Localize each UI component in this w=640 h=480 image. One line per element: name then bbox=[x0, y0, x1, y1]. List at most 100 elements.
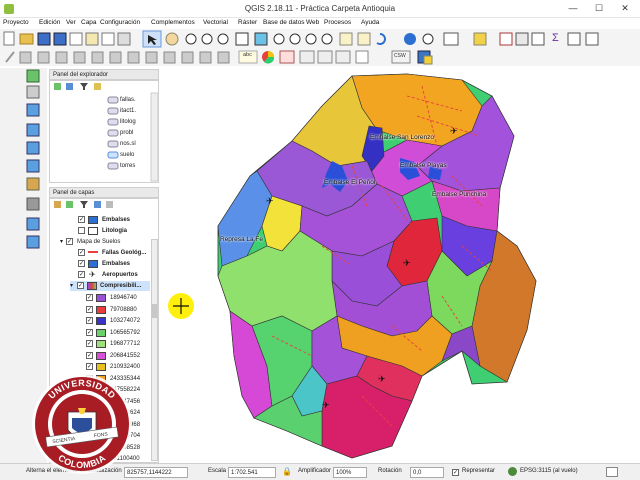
scale-combobox[interactable]: 1:702.541 bbox=[228, 467, 276, 478]
menu-bar: Proyecto Edición Ver Capa Configuración … bbox=[0, 18, 640, 29]
legend-class-row[interactable]: ✓ 106565792 bbox=[86, 328, 150, 338]
layer-checkbox[interactable]: ✓ bbox=[66, 238, 73, 245]
layers-panel-title: Panel de capas bbox=[49, 187, 159, 198]
menu-base-de-datos[interactable]: Base de datos bbox=[263, 19, 305, 26]
legend-class-swatch bbox=[96, 351, 106, 360]
sigma-icon[interactable]: Σ bbox=[552, 32, 559, 44]
maximize-button[interactable]: ☐ bbox=[586, 1, 612, 16]
render-checkbox[interactable]: ✓ bbox=[452, 469, 459, 476]
university-seal: UNIVERSIDAD COLOMBIA SCIENTIA FONS bbox=[32, 374, 132, 474]
legend-class-checkbox[interactable]: ✓ bbox=[86, 351, 93, 359]
menu-vectorial[interactable]: Vectorial bbox=[203, 19, 228, 26]
layer-row-aeropuertos[interactable]: ✓ ✈ Aeropuertos bbox=[78, 270, 158, 280]
layer-swatch bbox=[88, 251, 98, 253]
layer-swatch bbox=[88, 260, 98, 268]
scale-label: Escala bbox=[208, 468, 227, 474]
menu-capa[interactable]: Capa bbox=[81, 19, 97, 26]
menu-ayuda[interactable]: Ayuda bbox=[361, 19, 379, 26]
svg-text:✈: ✈ bbox=[378, 374, 386, 384]
map-canvas[interactable]: ✈ ✈ ✈ ✈ ✈ Embalse San Lorenzo Embalse Pl… bbox=[162, 66, 616, 462]
browser-file-icons bbox=[107, 92, 158, 182]
legend-class-row[interactable]: ✓ 18946740 bbox=[86, 293, 150, 303]
layer-row-compresibilidad[interactable]: ▾ ✓ Compresibili... bbox=[70, 281, 150, 291]
layer-row-embalses-top[interactable]: ✓ Embalses bbox=[78, 215, 158, 225]
layers-scrollbar[interactable] bbox=[151, 239, 158, 461]
layer-row-litologia[interactable]: Litologia bbox=[78, 226, 158, 236]
layer-checkbox[interactable]: ✓ bbox=[77, 282, 84, 289]
toolbar-main-icons bbox=[3, 30, 545, 48]
svg-text:✈: ✈ bbox=[322, 400, 330, 410]
layers-scrollbar-thumb[interactable] bbox=[152, 304, 157, 318]
legend-class-label: 196877712 bbox=[110, 341, 141, 347]
legend-class-swatch bbox=[96, 340, 106, 348]
map-label-san-lorenzo: Embalse San Lorenzo bbox=[370, 134, 434, 141]
layer-row-fallas[interactable]: ✓ Fallas Geológ... bbox=[78, 248, 158, 258]
layer-checkbox[interactable]: ✓ bbox=[78, 271, 85, 278]
toolbar-main: Σ bbox=[0, 29, 640, 49]
menu-complementos[interactable]: Complementos bbox=[151, 19, 195, 26]
layer-group-mapa-de-suelos[interactable]: ✓ ▾ Mapa de Suelos bbox=[60, 237, 158, 247]
layer-checkbox[interactable] bbox=[78, 227, 85, 234]
layer-checkbox[interactable]: ✓ bbox=[78, 249, 85, 256]
menu-procesos[interactable]: Procesos bbox=[324, 19, 351, 26]
legend-class-swatch bbox=[96, 294, 106, 302]
close-button[interactable]: ✕ bbox=[612, 1, 638, 16]
map-soil-regions: ✈ ✈ ✈ ✈ ✈ bbox=[217, 73, 537, 459]
label-tool-abc[interactable]: abc bbox=[243, 52, 252, 58]
layer-checkbox[interactable]: ✓ bbox=[78, 260, 85, 267]
airplane-icon: ✈ bbox=[89, 270, 96, 279]
legend-class-label: 106565792 bbox=[110, 329, 141, 336]
browser-panel: fallas. itact1. litolog probl nos.sl sue… bbox=[49, 80, 159, 183]
lock-icon[interactable]: 🔒 bbox=[282, 467, 292, 476]
menu-edicion[interactable]: Edición bbox=[39, 19, 60, 26]
render-label: Representar bbox=[462, 468, 496, 474]
magnifier-spinbox[interactable]: 100% bbox=[333, 467, 367, 478]
svg-text:✈: ✈ bbox=[450, 126, 458, 136]
legend-class-checkbox[interactable]: ✓ bbox=[86, 328, 93, 336]
legend-class-label: 103274072 bbox=[110, 318, 141, 324]
layer-checkbox[interactable]: ✓ bbox=[78, 216, 85, 223]
map-label-la-fe: Represa La Fe bbox=[220, 236, 263, 243]
menu-proyecto[interactable]: Proyecto bbox=[3, 19, 29, 26]
legend-class-checkbox[interactable]: ✓ bbox=[86, 317, 93, 324]
globe-icon[interactable] bbox=[508, 467, 517, 476]
menu-web[interactable]: Web bbox=[306, 19, 319, 26]
cursor-highlight bbox=[168, 293, 194, 319]
legend-class-label: 206841552 bbox=[110, 352, 141, 359]
map-label-el-penol: Embalse El Peñol bbox=[324, 179, 376, 186]
toolbar-extra-icons bbox=[567, 32, 599, 46]
toolbar-secondary: abc CSW bbox=[0, 48, 640, 66]
legend-class-checkbox[interactable]: ✓ bbox=[86, 294, 93, 301]
legend-class-checkbox[interactable]: ✓ bbox=[86, 305, 93, 313]
svg-text:✈: ✈ bbox=[266, 196, 274, 206]
menu-ver[interactable]: Ver bbox=[66, 19, 76, 26]
legend-class-label: 18946740 bbox=[110, 295, 137, 301]
crs-label[interactable]: EPSG:3115 (al vuelo) bbox=[520, 468, 578, 474]
legend-class-swatch bbox=[96, 328, 106, 337]
magnifier-label: Amplificador bbox=[298, 468, 332, 474]
svg-text:✈: ✈ bbox=[403, 258, 411, 268]
browser-panel-title: Panel del explorador bbox=[49, 69, 159, 80]
legend-class-label: 79708880 bbox=[110, 306, 137, 313]
layer-row-embalses[interactable]: ✓ Embalses bbox=[78, 259, 158, 269]
collapse-arrow-icon[interactable]: ▾ bbox=[60, 237, 63, 247]
layers-panel-toolbar bbox=[54, 201, 113, 208]
layer-swatch bbox=[88, 227, 98, 235]
messages-icon[interactable] bbox=[606, 467, 618, 477]
csw-button[interactable]: CSW bbox=[394, 53, 406, 59]
legend-class-row[interactable]: ✓ 196877712 bbox=[86, 339, 150, 349]
map-label-punchina: Embalse Punchiná bbox=[432, 191, 487, 198]
layer-swatch bbox=[88, 216, 98, 224]
title-bar: QGIS 2.18.11 - Práctica Carpeta Antioqui… bbox=[0, 0, 640, 18]
minimize-button[interactable]: — bbox=[560, 1, 586, 16]
collapse-arrow-icon[interactable]: ▾ bbox=[70, 281, 73, 291]
legend-class-row[interactable]: ✓ 103274072 bbox=[86, 316, 150, 326]
menu-configuracion[interactable]: Configuración bbox=[100, 19, 140, 26]
legend-class-checkbox[interactable]: ✓ bbox=[86, 340, 93, 347]
menu-raster[interactable]: Ráster bbox=[238, 19, 257, 26]
legend-class-row[interactable]: ✓ 79708880 bbox=[86, 305, 150, 315]
rotation-spinbox[interactable]: 0,0 bbox=[410, 467, 444, 478]
legend-class-swatch bbox=[96, 305, 106, 314]
layer-swatch bbox=[87, 282, 97, 290]
legend-class-row[interactable]: ✓ 206841552 bbox=[86, 351, 150, 361]
